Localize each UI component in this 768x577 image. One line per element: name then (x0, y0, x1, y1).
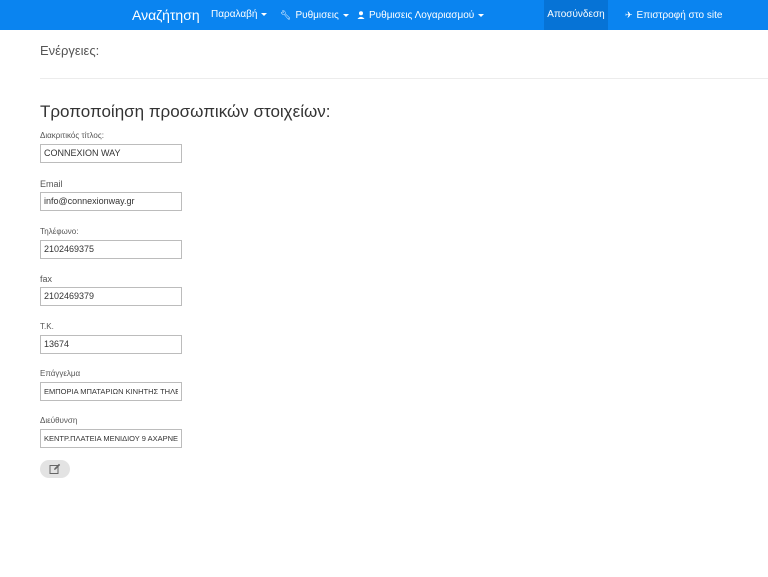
divider (40, 78, 768, 79)
field-fax-label: fax (40, 274, 53, 284)
field-profession-label: Επάγγελμα (40, 369, 81, 378)
form-title: Τροποποίηση προσωπικών στοιχείων: (40, 102, 331, 121)
caret-down-icon (261, 12, 268, 16)
caret-down-icon (342, 13, 349, 17)
plane-icon: ✈︎ (625, 10, 633, 20)
address-input[interactable] (40, 429, 182, 448)
field-email: Email (40, 178, 182, 211)
field-profession: Επάγγελμα (40, 368, 182, 401)
field-address-label: Διεύθυνση (40, 416, 78, 425)
field-address: Διεύθυνση (40, 415, 182, 448)
field-email-label: Email (40, 179, 63, 189)
field-title-label: Διακριτικός τίτλος: (40, 131, 104, 140)
postal-code-input[interactable] (40, 334, 182, 354)
field-postal-code: Τ.Κ. (40, 321, 182, 354)
nav-account-settings-dropdown[interactable]: Ρυθμισεις Λογαριασμού (357, 0, 485, 30)
user-icon (357, 0, 365, 30)
nav-settings-dropdown[interactable]: 🔧︎ Ρυθμισεις (280, 0, 349, 30)
wrench-icon: 🔧︎ (280, 10, 292, 20)
edit-submit-button[interactable] (40, 460, 70, 478)
nav-settings-label: Ρυθμισεις (295, 10, 339, 21)
nav-logout-label: Αποσύνδεση (547, 9, 605, 20)
title-input[interactable] (40, 143, 182, 163)
caret-down-icon (478, 13, 485, 17)
field-title: Διακριτικός τίτλος: (40, 130, 182, 163)
field-phone: Τηλέφωνο: (40, 226, 182, 259)
nav-receive-label: Παραλαβή (211, 9, 258, 20)
nav-logout-button[interactable]: Αποσύνδεση (544, 0, 608, 30)
edit-icon (49, 463, 61, 474)
email-input[interactable] (40, 191, 182, 211)
profession-input[interactable] (40, 382, 182, 401)
nav-back-to-site-link[interactable]: ✈︎ Επιστροφή στο site (625, 0, 722, 30)
fax-input[interactable] (40, 286, 182, 306)
field-postal-code-label: Τ.Κ. (40, 322, 54, 331)
nav-back-label: Επιστροφή στο site (636, 10, 723, 21)
nav-search-label: Αναζήτηση (132, 7, 200, 23)
phone-input[interactable] (40, 239, 182, 259)
field-phone-label: Τηλέφωνο: (40, 227, 79, 236)
actions-heading: Ενέργειες: (40, 43, 100, 58)
nav-receive-dropdown[interactable]: Παραλαβή (211, 0, 268, 30)
field-fax: fax (40, 273, 182, 306)
nav-account-label: Ρυθμισεις Λογαριασμού (369, 10, 475, 21)
nav-search-brand[interactable]: Αναζήτηση (132, 0, 200, 30)
top-navbar: Αναζήτηση Παραλαβή 🔧︎ Ρυθμισεις Ρυθμισεις… (0, 0, 768, 30)
